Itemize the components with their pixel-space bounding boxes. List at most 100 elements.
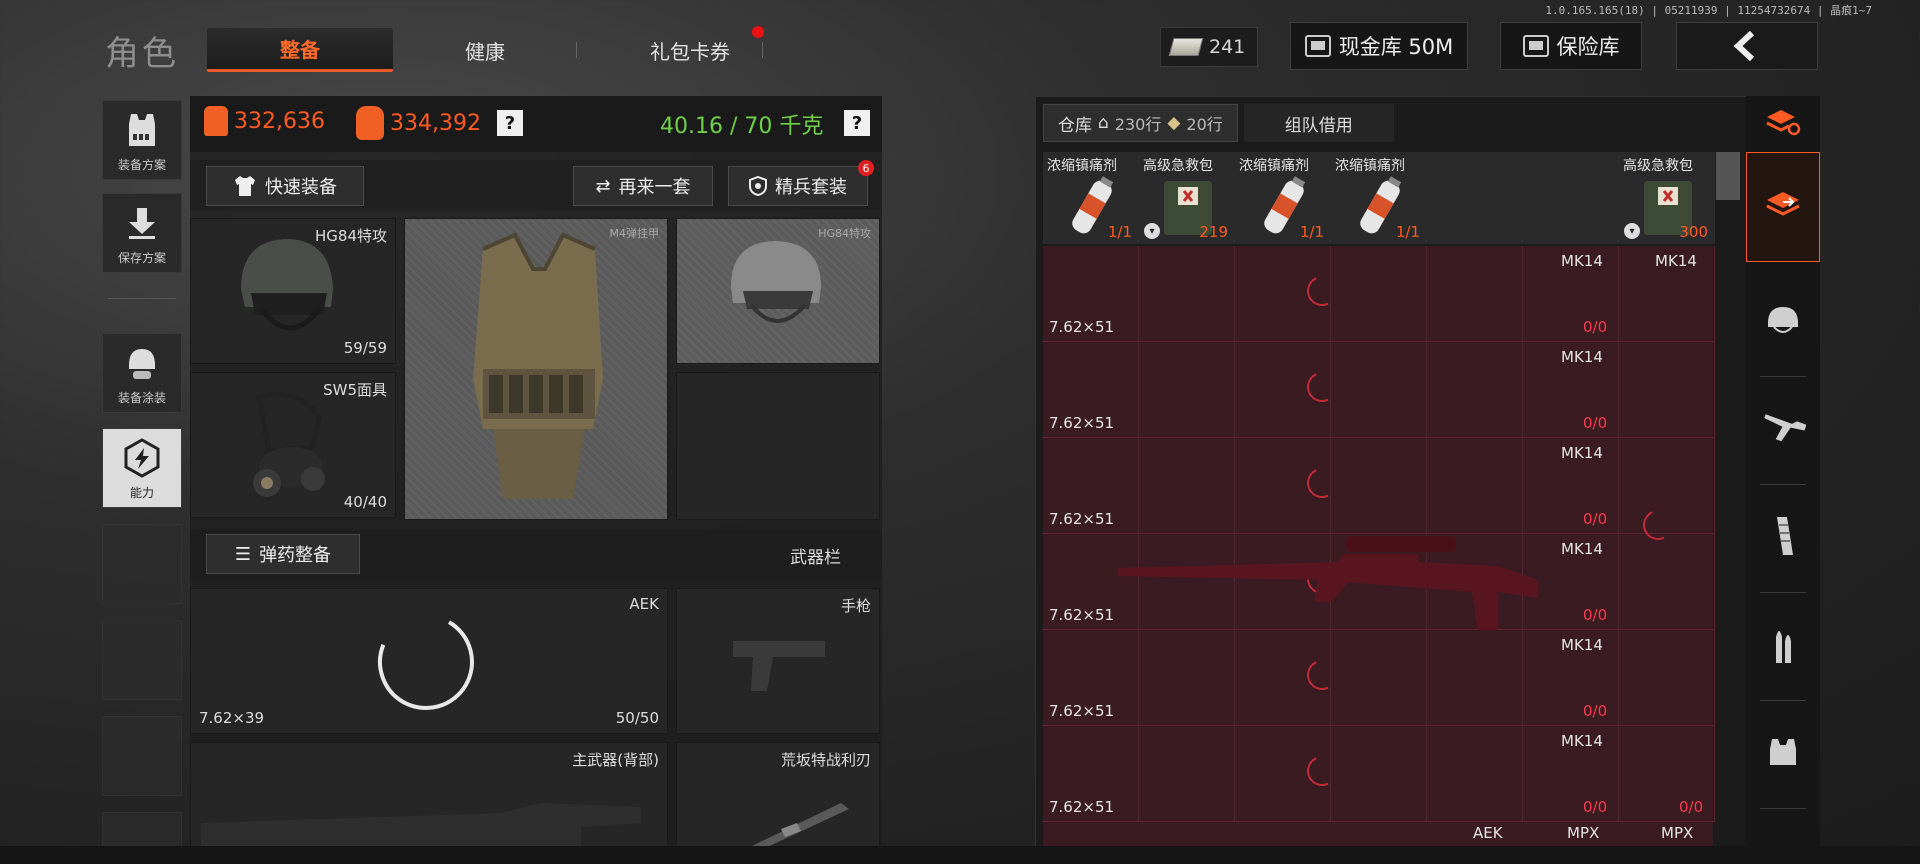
equipment-value: 332,636 (204, 106, 325, 136)
pistol-icon (733, 641, 825, 691)
bullet-icon (1768, 623, 1798, 669)
cash-vault-button[interactable]: 现金库 50M (1290, 22, 1468, 70)
back-weapon-name: 主武器(背部) (572, 751, 659, 769)
grid-cell[interactable] (1139, 342, 1235, 438)
warehouse-item-cell[interactable]: 浓缩镇痛剂 1/1 (1235, 152, 1331, 244)
row-weapon-name: MK14 (1561, 252, 1603, 270)
grid-cell[interactable] (1427, 342, 1523, 438)
grid-cell[interactable] (1427, 246, 1523, 342)
armor-icon (1766, 735, 1800, 773)
helmet-ghost-image (731, 241, 821, 323)
vest-plan-icon (122, 110, 162, 150)
warehouse-item-cell[interactable]: 浓缩镇痛剂 1/1 (1043, 152, 1139, 244)
value-help-button[interactable]: ? (496, 110, 523, 136)
item-count: 219 (1199, 223, 1228, 241)
magazine-icon (1771, 515, 1795, 561)
money-display: 241 (1160, 27, 1258, 67)
row-caliber: 7.62×51 (1049, 414, 1115, 432)
row-weapon-name: MK14 (1561, 348, 1603, 366)
reequip-button[interactable]: ⇄ 再来一套 (573, 166, 713, 206)
quick-equip-button[interactable]: 快速装备 (206, 166, 364, 206)
cash-vault-label: 现金库 50M (1338, 35, 1454, 59)
category-button[interactable] (1746, 272, 1820, 372)
warehouse-empty-cell[interactable] (1427, 152, 1523, 244)
safe-icon (1522, 35, 1549, 57)
grid-cell[interactable] (1427, 630, 1523, 726)
helmet-slot[interactable]: HG84特攻 59/59 (190, 218, 396, 364)
safe-button[interactable]: 保险库 (1500, 22, 1642, 70)
grid-cell[interactable] (1427, 438, 1523, 534)
elite-badge: 6 (858, 160, 874, 176)
grid-cell[interactable] (1331, 246, 1427, 342)
grid-cell[interactable] (1139, 438, 1235, 534)
helmet-image (241, 239, 333, 331)
row-count: 0/0 (1583, 606, 1608, 624)
mask-slot[interactable]: SW5面具 40/40 (190, 372, 396, 518)
ability-label: 能力 (129, 486, 154, 500)
grid-cell[interactable] (1331, 438, 1427, 534)
item-name: 浓缩镇痛剂 (1239, 158, 1309, 174)
tab-health[interactable]: 健康 (410, 28, 560, 72)
grid-cell[interactable] (1427, 726, 1523, 822)
quick-equip-label: 快速装备 (265, 177, 337, 198)
warehouse-rows: 230行 (1114, 115, 1162, 134)
pistol-slot[interactable]: 手枪 (676, 588, 880, 734)
grid-cell[interactable] (1619, 630, 1715, 726)
grid-cell[interactable] (1331, 342, 1427, 438)
sidebar-divider (1760, 592, 1806, 593)
mk14-rifle-image (1118, 536, 1538, 630)
tab-warehouse[interactable]: 仓库 ⌂ 230行 ◆ 20行 (1043, 104, 1238, 142)
primary-weapon-caliber: 7.62×39 (199, 709, 265, 727)
equipment-value-number: 332,636 (234, 108, 325, 134)
backpack-value-icon (356, 106, 384, 140)
grid-cell[interactable] (1139, 246, 1235, 342)
ammo-prep-button[interactable]: ☰ 弹药整备 (206, 534, 360, 574)
vest-value-icon (204, 106, 228, 136)
version-string: 1.0.165.165(18) | 05211939 | 11254732674… (1545, 4, 1872, 17)
grid-cell[interactable] (1331, 726, 1427, 822)
home-icon: ⌂ (1098, 113, 1109, 133)
vest-slot[interactable]: M4弹挂甲 (404, 218, 668, 520)
ability-button[interactable]: 能力 (102, 428, 182, 508)
save-plan-button[interactable]: 保存方案 (102, 193, 182, 273)
rail-empty-slot (102, 620, 182, 700)
team-borrow-label: 组队借用 (1284, 115, 1353, 136)
category-button[interactable] (1746, 704, 1820, 804)
grid-cell[interactable] (1619, 342, 1715, 438)
category-button[interactable] (1746, 96, 1820, 152)
back-button[interactable] (1676, 22, 1818, 70)
total-value-number: 334,392 (390, 110, 481, 136)
helmet-skin-slot[interactable]: HG84特攻 (676, 218, 880, 364)
row-weapon-name: AEK (1473, 824, 1503, 842)
empty-gear-slot[interactable] (676, 372, 880, 520)
warehouse-item-cell[interactable]: 高级急救包 ▾ 219 (1139, 152, 1235, 244)
row-caliber: 7.62×51 (1049, 606, 1115, 624)
tab-loadout[interactable]: 整备 (207, 28, 393, 72)
vest-image (473, 232, 603, 499)
grid-cell[interactable] (1619, 534, 1715, 630)
save-plan-label: 保存方案 (117, 251, 166, 265)
sidebar-divider (1760, 376, 1806, 377)
category-button[interactable] (1746, 596, 1820, 696)
elite-set-button[interactable]: 精兵套装 (728, 166, 868, 206)
warehouse-item-cell[interactable]: 高级急救包 ▾ 300 (1619, 152, 1715, 244)
helmet-paint-icon (122, 343, 162, 383)
grid-cell[interactable] (1139, 726, 1235, 822)
warehouse-scrollbar[interactable] (1716, 152, 1740, 200)
sidebar-divider (1760, 808, 1806, 809)
primary-weapon-slot[interactable]: AEK 7.62×39 50/50 (190, 588, 668, 734)
grid-cell[interactable] (1139, 630, 1235, 726)
category-button[interactable] (1746, 488, 1820, 588)
gear-paint-label: 装备涂装 (117, 391, 166, 405)
weight-help-button[interactable]: ? (844, 110, 870, 136)
tab-team-borrow[interactable]: 组队借用 (1243, 104, 1394, 142)
grid-cell[interactable] (1331, 630, 1427, 726)
warehouse-item-cell[interactable]: 浓缩镇痛剂 1/1 (1331, 152, 1427, 244)
category-button[interactable] (1746, 152, 1820, 262)
loadout-plan-button[interactable]: 装备方案 (102, 100, 182, 180)
primary-weapon-ammo: 50/50 (615, 709, 659, 727)
gear-paint-button[interactable]: 装备涂装 (102, 333, 182, 413)
cash-icon (1168, 38, 1204, 56)
category-button[interactable] (1746, 380, 1820, 480)
warehouse-empty-cell[interactable] (1523, 152, 1619, 244)
